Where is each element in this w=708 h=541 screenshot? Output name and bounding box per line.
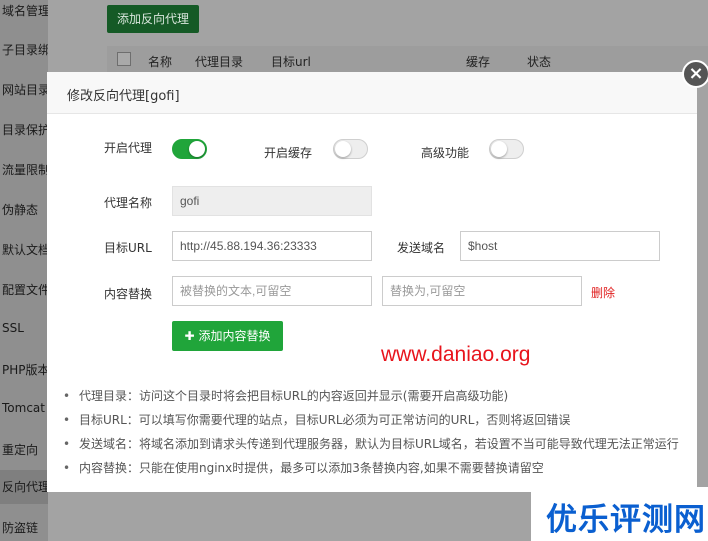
sidebar-item-traffic[interactable]: 流量限制: [2, 161, 48, 178]
brand-logo-text: 优乐评测网: [546, 502, 706, 538]
plus-icon: ✚: [184, 329, 195, 343]
add-content-replace-label: 添加内容替换: [198, 329, 271, 343]
sidebar-item-tomcat[interactable]: Tomcat: [2, 401, 48, 415]
help-note: 代理目录：访问这个目录时将会把目标URL的内容返回并显示(需要开启高级功能): [61, 384, 691, 408]
column-header-name: 名称: [148, 55, 173, 69]
watermark-text: www.daniao.org: [381, 343, 531, 366]
target-url-input[interactable]: http://45.88.194.36:23333: [172, 231, 372, 261]
select-all-checkbox[interactable]: [117, 52, 131, 66]
toggle-knob: [491, 141, 507, 157]
sidebar: 域名管理 子目录绑定 网站目录 目录保护 流量限制 伪静态 默认文档 配置文件 …: [0, 0, 48, 541]
target-url-label: 目标URL: [104, 241, 152, 255]
proxy-name-field: gofi: [172, 186, 372, 216]
delete-replace-link[interactable]: 删除: [591, 284, 615, 301]
enable-cache-label: 开启缓存: [264, 146, 313, 160]
sidebar-item-php[interactable]: PHP版本: [2, 361, 48, 378]
help-notes: 代理目录：访问这个目录时将会把目标URL的内容返回并显示(需要开启高级功能) 目…: [61, 384, 691, 480]
toggle-knob: [189, 141, 205, 157]
replace-with-input[interactable]: [382, 276, 582, 306]
close-icon[interactable]: ×: [682, 60, 708, 88]
content-replace-label: 内容替换: [104, 287, 153, 301]
help-note: 发送域名：将域名添加到请求头传递到代理服务器，默认为目标URL域名，若设置不当可…: [61, 432, 691, 456]
column-header-target-url: 目标url: [271, 55, 311, 69]
help-note: 内容替换：只能在使用nginx时提供，最多可以添加3条替换内容,如果不需要替换请…: [61, 456, 691, 480]
sidebar-item-domain[interactable]: 域名管理: [2, 2, 48, 19]
send-domain-label: 发送域名: [397, 241, 446, 255]
sidebar-item-redirect[interactable]: 重定向: [2, 441, 48, 458]
enable-proxy-label: 开启代理: [104, 141, 153, 155]
enable-proxy-toggle[interactable]: [172, 139, 207, 159]
sidebar-item-site-dir[interactable]: 网站目录: [2, 81, 48, 98]
column-header-status: 状态: [527, 55, 552, 69]
enable-cache-toggle[interactable]: [333, 139, 368, 159]
sidebar-item-rewrite[interactable]: 伪静态: [2, 201, 48, 218]
dialog-title: 修改反向代理[gofi]: [67, 89, 180, 104]
toggle-knob: [335, 141, 351, 157]
help-note: 目标URL：可以填写你需要代理的站点，目标URL必须为可正常访问的URL，否则将…: [61, 408, 691, 432]
advanced-label: 高级功能: [421, 146, 470, 160]
dialog-header: 修改反向代理[gofi]: [47, 72, 697, 114]
column-header-proxy-dir: 代理目录: [195, 55, 244, 69]
advanced-toggle[interactable]: [489, 139, 524, 159]
sidebar-item-dir-protect[interactable]: 目录保护: [2, 121, 48, 138]
sidebar-item-reverse-proxy[interactable]: 反向代理: [0, 470, 48, 504]
add-reverse-proxy-button[interactable]: 添加反向代理: [107, 5, 199, 33]
send-domain-input[interactable]: $host: [460, 231, 660, 261]
proxy-name-label: 代理名称: [104, 196, 153, 210]
column-header-cache: 缓存: [466, 55, 491, 69]
edit-reverse-proxy-dialog: 修改反向代理[gofi] 开启代理 开启缓存 高级功能 代理名称 gofi 目标…: [47, 72, 697, 492]
sidebar-item-ssl[interactable]: SSL: [2, 321, 48, 335]
replace-find-input[interactable]: [172, 276, 372, 306]
add-content-replace-button[interactable]: ✚ 添加内容替换: [172, 321, 283, 351]
sidebar-item-hotlink[interactable]: 防盗链: [2, 519, 48, 536]
sidebar-item-subdir[interactable]: 子目录绑定: [2, 41, 48, 58]
sidebar-item-default-doc[interactable]: 默认文档: [2, 241, 48, 258]
sidebar-item-config[interactable]: 配置文件: [2, 281, 48, 298]
